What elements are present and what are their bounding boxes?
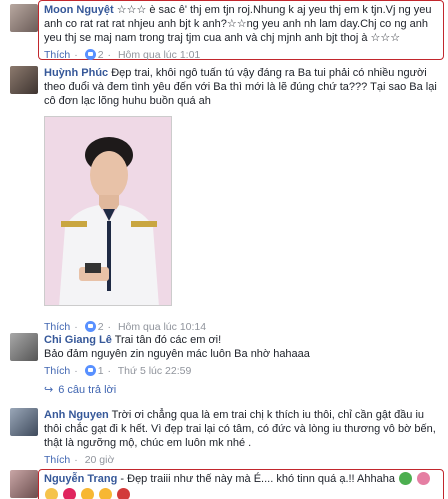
timestamp[interactable]: 20 giờ	[85, 454, 115, 466]
comment-content: - Đẹp traiii như thế này mà É.... khó ti…	[120, 473, 395, 485]
avatar[interactable]	[10, 66, 38, 94]
avatar[interactable]	[10, 408, 38, 436]
avatar[interactable]	[10, 470, 38, 498]
timestamp[interactable]: Thứ 5 lúc 22:59	[118, 365, 192, 377]
victory-hand-icon	[45, 488, 58, 499]
author-name[interactable]: Nguyễn Trang	[44, 473, 117, 485]
clover-icon	[399, 472, 413, 485]
comment-2: Huỳnh Phúc Đẹp trai, khôi ngô tuấn tú vậ…	[0, 64, 448, 334]
like-button[interactable]: Thích	[44, 49, 70, 61]
rose-icon	[117, 488, 131, 499]
comment-5: Nguyễn Trang - Đẹp traiii như thế này mà…	[0, 466, 448, 499]
comment-4: Anh Nguyen Trời ơi chẳng qua là em trai …	[0, 406, 448, 468]
comment-1: Moon Nguyệt ☆☆☆ è sac ê' thj em tjn roj.…	[0, 0, 448, 61]
replies-count[interactable]: 6 câu trả lời	[58, 384, 116, 396]
author-name[interactable]: Huỳnh Phúc	[44, 67, 108, 79]
like-button[interactable]: Thích	[44, 454, 70, 466]
heart-eyes-icon	[99, 488, 113, 499]
author-name[interactable]: Anh Nguyen	[44, 409, 109, 421]
like-count[interactable]: 1	[98, 365, 104, 377]
comment-text: Moon Nguyệt ☆☆☆ è sac ê' thj em tjn roj.…	[44, 3, 442, 45]
like-count[interactable]: 2	[98, 49, 104, 61]
author-name[interactable]: Moon Nguyệt	[44, 4, 114, 16]
flower-icon	[417, 472, 431, 485]
view-replies-link[interactable]: ↪ 6 câu trả lời	[44, 383, 116, 396]
comment-text: Nguyễn Trang - Đẹp traiii như thế này mà…	[44, 472, 442, 486]
like-button[interactable]: Thích	[44, 365, 70, 377]
photo-man-in-uniform	[45, 117, 171, 305]
avatar[interactable]	[10, 4, 38, 32]
avatar[interactable]	[10, 333, 38, 361]
reply-arrow-icon: ↪	[44, 384, 54, 396]
author-name[interactable]: Chi Giang Lê	[44, 334, 112, 346]
like-icon	[84, 49, 96, 60]
kiss-face-icon	[81, 488, 95, 499]
comment-3: Chi Giang Lê Trai tân đó các em ơi! Bảo …	[0, 331, 448, 379]
comment-text: Chi Giang Lê Trai tân đó các em ơi! Bảo …	[44, 333, 442, 361]
comment-actions: Thích · 1 · Thứ 5 lúc 22:59	[44, 365, 192, 377]
comment-text: Huỳnh Phúc Đẹp trai, khôi ngô tuấn tú vậ…	[44, 66, 442, 108]
comment-photo[interactable]	[44, 116, 172, 306]
comment-actions: Thích · 20 giờ	[44, 454, 115, 466]
comment-text: Anh Nguyen Trời ơi chẳng qua là em trai …	[44, 408, 442, 450]
timestamp[interactable]: Hôm qua lúc 1:01	[118, 49, 200, 61]
comment-actions: Thích · 2 · Hôm qua lúc 1:01	[44, 49, 201, 61]
emoji-row	[44, 488, 442, 499]
heart-icon	[63, 488, 77, 499]
like-icon	[84, 365, 96, 376]
